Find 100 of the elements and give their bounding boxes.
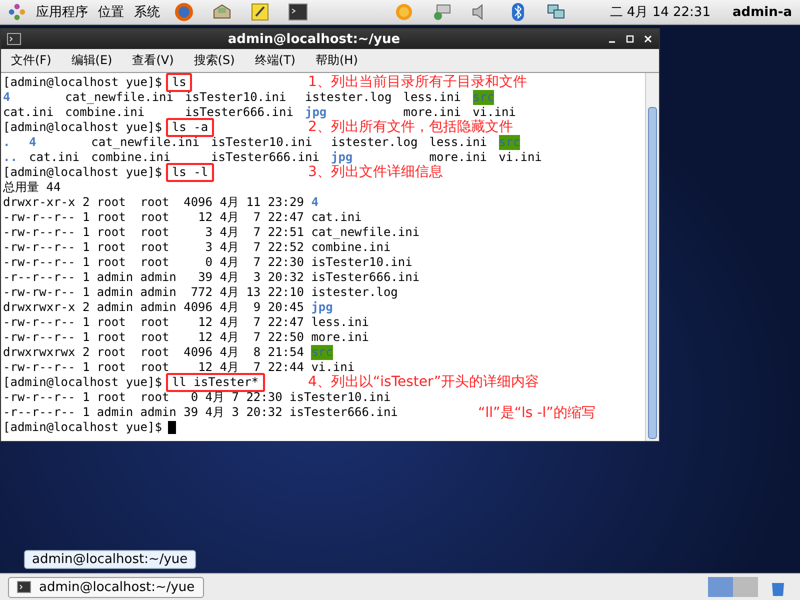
file-attribute: 39 xyxy=(197,270,213,285)
file-name: vi.ini xyxy=(498,150,542,165)
file-attribute: -rw-rw-r-- xyxy=(3,285,76,300)
file-attribute: admin xyxy=(96,300,134,315)
file-attribute: 4096 xyxy=(184,300,213,315)
file-attribute: 21:54 xyxy=(268,345,304,360)
network-icon[interactable] xyxy=(432,2,452,22)
close-icon[interactable] xyxy=(643,34,653,44)
workspace-switcher[interactable] xyxy=(708,577,758,597)
browser-icon[interactable] xyxy=(174,2,194,22)
menu-item[interactable]: 帮助(H) xyxy=(315,52,358,69)
file-attribute: drwxrwxr-x xyxy=(3,300,76,315)
file-attribute: 4月 xyxy=(220,210,239,225)
file-attribute: 22:51 xyxy=(268,225,304,240)
panel-menu[interactable]: 系统 xyxy=(134,3,160,21)
window-title: admin@localhost:~/yue xyxy=(226,32,402,46)
file-name: combine.ini xyxy=(91,150,172,165)
file-name: more.ini xyxy=(311,330,370,345)
file-attribute: 20:32 xyxy=(268,270,304,285)
file-attribute: 22:30 xyxy=(246,390,282,405)
file-attribute: -rw-r--r-- xyxy=(3,255,76,270)
file-attribute: 7 xyxy=(252,360,261,375)
file-attribute: 3 xyxy=(204,240,213,255)
annotation: “ll”是“ls -l”的缩写 xyxy=(478,406,596,421)
file-attribute: -rw-r--r-- xyxy=(3,330,76,345)
file-attribute: 4月 xyxy=(205,405,225,420)
file-attribute: 772 xyxy=(190,285,213,300)
menu-item[interactable]: 搜索(S) xyxy=(194,52,235,69)
file-name: istester.log xyxy=(304,90,392,105)
file-attribute: 4月 xyxy=(220,225,239,240)
file-attribute: 1 xyxy=(82,315,90,330)
terminal-icon xyxy=(7,33,21,45)
file-attribute: 4月 xyxy=(220,300,239,315)
user-name[interactable]: admin-a xyxy=(732,4,792,20)
file-attribute: 1 xyxy=(82,240,90,255)
file-attribute: 7 xyxy=(252,315,261,330)
file-attribute: -rw-r--r-- xyxy=(3,360,76,375)
file-attribute: 7 xyxy=(252,255,261,270)
file-attribute: -r--r--r-- xyxy=(3,405,76,420)
file-attribute: 7 xyxy=(252,330,261,345)
file-name: isTester10.ini xyxy=(311,255,414,270)
file-attribute: 4月 xyxy=(220,360,239,375)
menu-item[interactable]: 终端(T) xyxy=(254,52,296,69)
menu-item[interactable]: 查看(V) xyxy=(132,52,174,69)
file-attribute: 11 xyxy=(246,195,261,210)
output-line: 总用量 44 xyxy=(3,180,61,195)
file-name: combine.ini xyxy=(65,105,146,120)
file-attribute: 22:10 xyxy=(268,285,304,300)
file-attribute: 4月 xyxy=(220,195,239,210)
file-name: cat.ini xyxy=(3,105,54,120)
terminal-icon[interactable] xyxy=(288,2,308,22)
file-attribute: 20:32 xyxy=(246,405,282,420)
maximize-icon[interactable] xyxy=(625,34,635,44)
command: ll isTester* xyxy=(166,373,265,392)
clock[interactable]: 二 4月 14 22:31 xyxy=(610,3,710,21)
file-attribute: drwxrwxrwx xyxy=(3,345,76,360)
file-attribute: 4月 xyxy=(220,345,239,360)
file-attribute: root xyxy=(96,225,127,240)
file-name: . xyxy=(3,135,12,150)
file-attribute: -rw-r--r-- xyxy=(3,390,76,405)
file-name: src xyxy=(472,90,494,105)
taskbar-button[interactable]: admin@localhost:~/yue xyxy=(8,576,204,598)
file-name: jpg xyxy=(311,300,334,315)
file-attribute: 7 xyxy=(252,210,261,225)
menu-item[interactable]: 编辑(E) xyxy=(71,52,112,69)
file-attribute: 7 xyxy=(252,225,261,240)
file-name: isTester666.ini xyxy=(290,405,398,420)
file-attribute: root xyxy=(96,360,127,375)
file-attribute: 22:50 xyxy=(268,330,304,345)
file-attribute: 1 xyxy=(82,225,90,240)
file-attribute: 1 xyxy=(82,390,90,405)
command: ls xyxy=(166,73,192,92)
file-name: src xyxy=(498,135,520,150)
file-name: istester.log xyxy=(330,135,418,150)
prompt: [admin@localhost yue]$ xyxy=(3,120,162,135)
file-attribute: 1 xyxy=(82,405,90,420)
flower-logo-icon[interactable] xyxy=(8,3,26,21)
file-attribute: -rw-r--r-- xyxy=(3,315,76,330)
prompt: [admin@localhost yue]$ xyxy=(3,375,162,390)
file-attribute: root xyxy=(140,315,170,330)
file-attribute: 22:44 xyxy=(268,360,304,375)
file-attribute: root xyxy=(140,360,170,375)
file-name: more.ini xyxy=(403,105,462,120)
panel-menu[interactable]: 应用程序 xyxy=(36,3,88,21)
file-attribute: root xyxy=(96,255,127,270)
file-attribute: admin xyxy=(140,405,176,420)
file-attribute: admin xyxy=(96,405,134,420)
file-attribute: drwxr-xr-x xyxy=(3,195,76,210)
file-attribute: admin xyxy=(140,300,176,315)
annotation: 3、列出文件详细信息 xyxy=(308,165,443,180)
scrollbar[interactable] xyxy=(645,73,659,441)
notepad-icon[interactable] xyxy=(250,2,270,22)
file-name: isTester10.ini xyxy=(211,135,314,150)
menu-item[interactable]: 文件(F) xyxy=(11,52,52,69)
file-attribute: root xyxy=(140,330,170,345)
scrollbar-thumb[interactable] xyxy=(648,107,657,439)
file-attribute: 1 xyxy=(82,330,90,345)
prompt: [admin@localhost yue]$ xyxy=(3,165,162,180)
panel-menu[interactable]: 位置 xyxy=(98,3,124,21)
file-attribute: 3 xyxy=(204,225,213,240)
